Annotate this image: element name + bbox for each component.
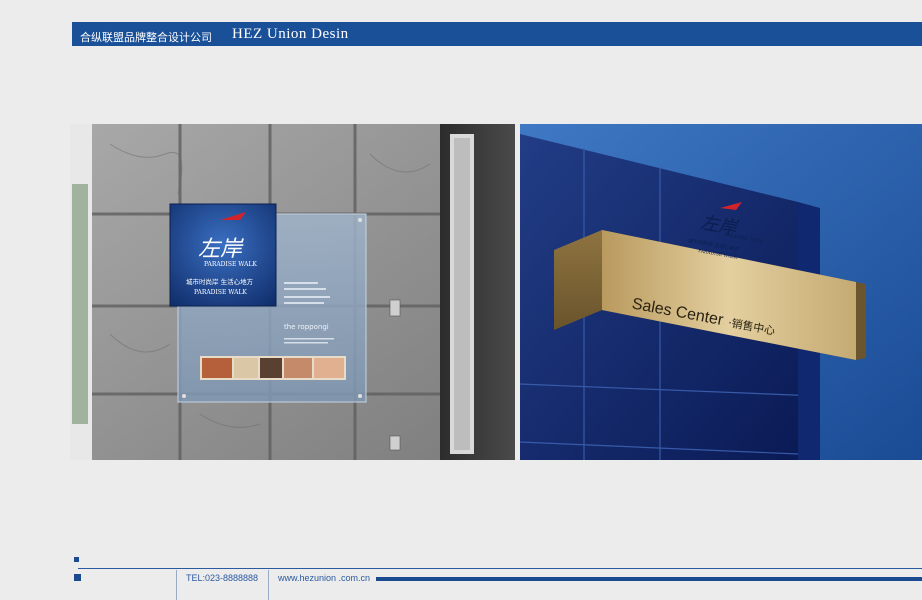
sign-logo-en: PARADISE WALK xyxy=(204,261,257,268)
left-photo-wall-sign: the roppongi 左岸 PARADISE WALK 城市时尚岸 生活心地… xyxy=(70,124,515,460)
footer-divider xyxy=(176,570,177,600)
right-photo-sales-center: 左岸 PARADISE WALK 城市时尚岸 生活心地方 PARADISE WA… xyxy=(520,124,922,460)
footer-rule xyxy=(78,568,922,569)
sign-logo-cn: 左岸 xyxy=(198,237,244,262)
company-name-en: HEZ Union Desin xyxy=(232,26,349,42)
footer-accent-bar xyxy=(376,577,922,581)
wall-sign-illustration: the roppongi 左岸 PARADISE WALK 城市时尚岸 生活心地… xyxy=(70,124,515,460)
footer-marker xyxy=(74,574,81,581)
sales-center-illustration: 左岸 PARADISE WALK 城市时尚岸 生活心地方 PARADISE WA… xyxy=(520,124,922,460)
footer-marker-small xyxy=(74,557,79,562)
sign-brand: PARADISE WALK xyxy=(194,289,247,296)
footer-tel: TEL:023-8888888 xyxy=(186,573,259,583)
photo-strip xyxy=(200,356,346,380)
footer-divider xyxy=(268,570,269,600)
panel-brand-text: the roppongi xyxy=(284,323,329,331)
company-name-cn: 合纵联盟品牌整合设计公司 xyxy=(80,31,212,44)
footer-website[interactable]: www.hezunion .com.cn xyxy=(278,573,370,583)
sign-slogan: 城市时尚岸 生活心地方 xyxy=(186,277,254,286)
